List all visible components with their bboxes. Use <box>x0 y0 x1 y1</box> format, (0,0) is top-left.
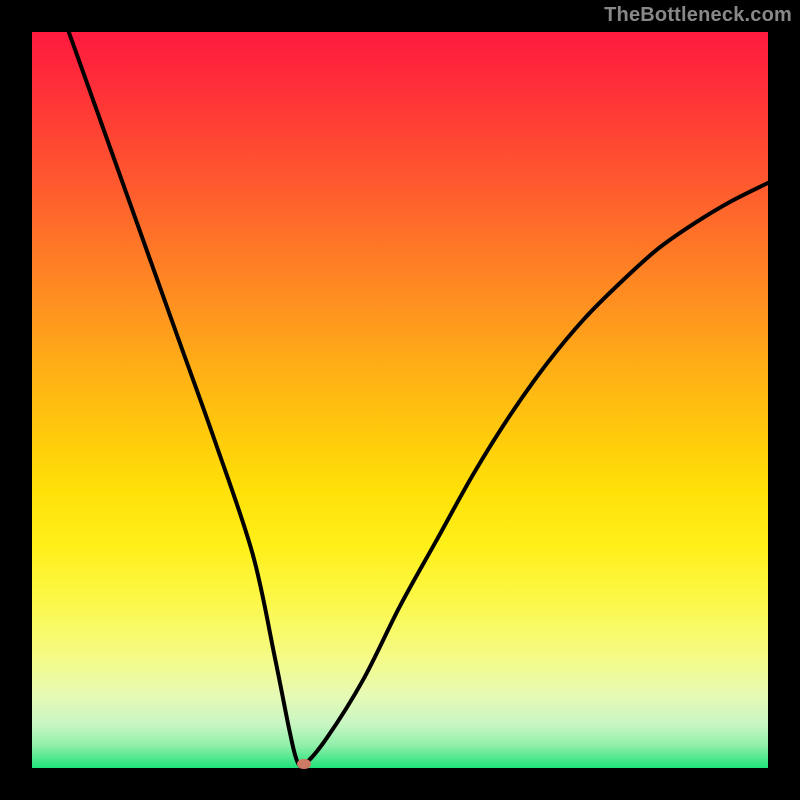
watermark-text: TheBottleneck.com <box>604 4 792 27</box>
minimum-marker <box>297 759 311 769</box>
chart-frame: TheBottleneck.com <box>0 0 800 800</box>
bottleneck-curve <box>32 32 768 768</box>
curve-path <box>69 32 768 766</box>
